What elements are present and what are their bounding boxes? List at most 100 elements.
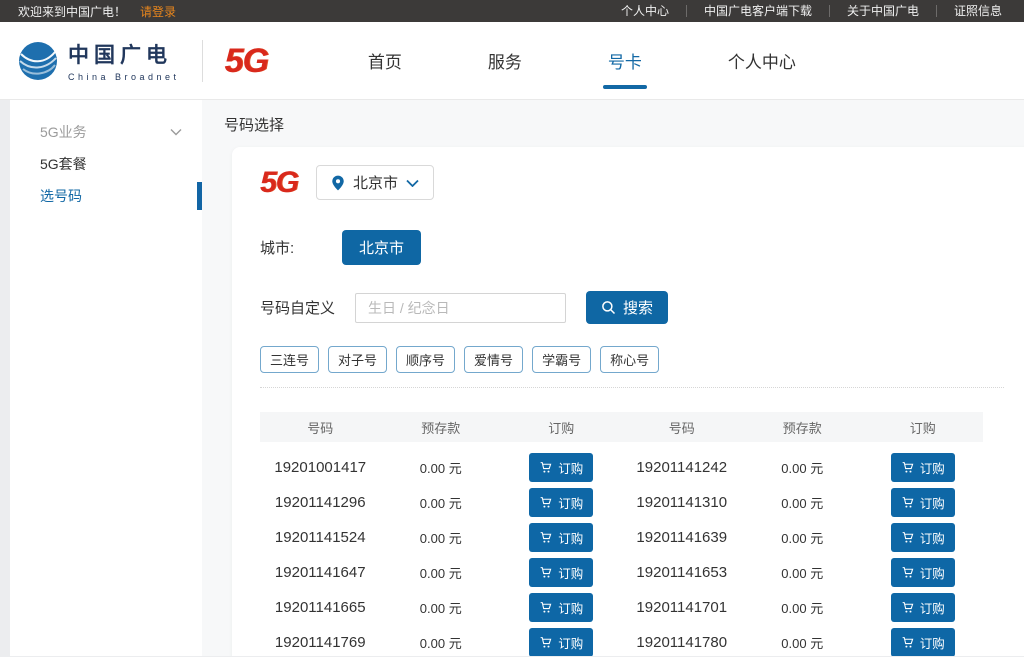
deposit-value: 0.00 元	[742, 563, 863, 582]
tag-satisfying-number[interactable]: 称心号	[600, 346, 659, 373]
phone-number: 19201141769	[260, 634, 381, 651]
tag-triple-number[interactable]: 三连号	[260, 346, 319, 373]
phone-number: 19201141665	[260, 599, 381, 616]
deposit-value: 0.00 元	[742, 528, 863, 547]
tag-filter-row: 三连号 对子号 顺序号 爱情号 学霸号 称心号	[260, 346, 1004, 373]
nav-services[interactable]: 服务	[486, 38, 524, 83]
sidebar-item-5g-plans[interactable]: 5G套餐	[10, 148, 202, 180]
tag-scholar-number[interactable]: 学霸号	[532, 346, 591, 373]
cart-icon	[539, 636, 552, 649]
number-selection-card: 5G 北京市 城市: 北京市 号码自定义	[232, 147, 1024, 656]
location-pin-icon	[331, 175, 345, 191]
col-header-order: 订购	[501, 418, 622, 437]
topbar-link-license-info[interactable]: 证照信息	[936, 5, 1006, 17]
order-button-label: 订购	[920, 563, 945, 582]
table-row: 19201001417 0.00 元 订购 19201141242 0.00 元…	[260, 450, 983, 485]
nav-number-card[interactable]: 号卡	[606, 38, 644, 83]
nav-personal-center[interactable]: 个人中心	[726, 38, 798, 83]
cart-icon	[901, 496, 914, 509]
header: 中国广电 China Broadnet 5G 首页 服务 号卡 个人中心	[0, 22, 1024, 100]
order-button-label: 订购	[920, 458, 945, 477]
tag-love-number[interactable]: 爱情号	[464, 346, 523, 373]
broadnet-globe-icon	[18, 41, 58, 81]
order-button[interactable]: 订购	[891, 558, 955, 587]
brand-subtitle: China Broadnet	[68, 72, 180, 82]
deposit-value: 0.00 元	[742, 458, 863, 477]
sidebar-item-5g-business[interactable]: 5G业务	[10, 116, 202, 148]
page-body: 5G业务 5G套餐 选号码 号码选择 5G 北京市	[0, 100, 1024, 656]
table-row: 19201141524 0.00 元 订购 19201141639 0.00 元…	[260, 520, 983, 555]
cart-icon	[539, 601, 552, 614]
order-button-label: 订购	[558, 458, 583, 477]
order-button[interactable]: 订购	[529, 558, 593, 587]
city-label: 城市:	[260, 237, 318, 258]
table-row: 19201141665 0.00 元 订购 19201141701 0.00 元…	[260, 590, 983, 625]
login-link[interactable]: 请登录	[140, 3, 176, 20]
phone-number: 19201141639	[622, 529, 743, 546]
order-button-label: 订购	[558, 528, 583, 547]
nav-home[interactable]: 首页	[366, 38, 404, 83]
order-button[interactable]: 订购	[891, 628, 955, 656]
order-button-label: 订购	[920, 633, 945, 652]
phone-number: 19201141310	[622, 494, 743, 511]
phone-number: 19201141296	[260, 494, 381, 511]
order-button[interactable]: 订购	[891, 593, 955, 622]
search-button[interactable]: 搜索	[586, 291, 668, 324]
brand-divider	[202, 40, 203, 82]
search-button-label: 搜索	[623, 297, 653, 318]
tag-sequence-number[interactable]: 顺序号	[396, 346, 455, 373]
table-row: 19201141769 0.00 元 订购 19201141780 0.00 元…	[260, 625, 983, 656]
order-button-label: 订购	[558, 563, 583, 582]
cart-icon	[539, 461, 552, 474]
tag-pair-number[interactable]: 对子号	[328, 346, 387, 373]
deposit-value: 0.00 元	[381, 458, 502, 477]
custom-number-input[interactable]	[355, 293, 566, 323]
custom-number-label: 号码自定义	[260, 297, 335, 318]
order-button[interactable]: 订购	[529, 628, 593, 656]
card-header-row: 5G 北京市	[260, 165, 1004, 200]
brand-text: 中国广电 China Broadnet	[68, 39, 180, 82]
order-button-label: 订购	[558, 633, 583, 652]
cart-icon	[901, 461, 914, 474]
chevron-down-icon	[170, 128, 182, 136]
deposit-value: 0.00 元	[381, 598, 502, 617]
chevron-down-icon	[406, 179, 419, 187]
deposit-value: 0.00 元	[381, 528, 502, 547]
cart-icon	[539, 496, 552, 509]
city-row: 城市: 北京市	[260, 230, 1004, 265]
cart-icon	[901, 566, 914, 579]
order-button[interactable]: 订购	[529, 523, 593, 552]
order-button[interactable]: 订购	[529, 488, 593, 517]
custom-number-row: 号码自定义 搜索	[260, 291, 1004, 324]
city-selector[interactable]: 北京市	[316, 165, 434, 200]
brand-name: 中国广电	[68, 39, 180, 69]
topbar-link-personal-center[interactable]: 个人中心	[604, 5, 686, 17]
order-button-label: 订购	[920, 598, 945, 617]
5g-logo: 5G	[260, 168, 298, 198]
order-button[interactable]: 订购	[529, 593, 593, 622]
cart-icon	[539, 531, 552, 544]
dotted-divider	[260, 387, 1004, 388]
welcome-text: 欢迎来到中国广电！	[18, 3, 126, 20]
phone-number: 19201001417	[260, 459, 381, 476]
phone-number: 19201141647	[260, 564, 381, 581]
sidebar-item-label: 5G业务	[40, 122, 87, 142]
order-button[interactable]: 订购	[891, 488, 955, 517]
deposit-value: 0.00 元	[742, 633, 863, 652]
topbar-links: 个人中心 中国广电客户端下载 关于中国广电 证照信息	[604, 5, 1006, 17]
order-button[interactable]: 订购	[891, 523, 955, 552]
table-row: 19201141296 0.00 元 订购 19201141310 0.00 元…	[260, 485, 983, 520]
city-beijing-button[interactable]: 北京市	[342, 230, 421, 265]
cart-icon	[539, 566, 552, 579]
topbar-link-about[interactable]: 关于中国广电	[829, 5, 936, 17]
sidebar-item-choose-number[interactable]: 选号码	[10, 180, 202, 212]
order-button[interactable]: 订购	[529, 453, 593, 482]
deposit-value: 0.00 元	[742, 598, 863, 617]
phone-number: 19201141653	[622, 564, 743, 581]
order-button[interactable]: 订购	[891, 453, 955, 482]
topbar: 欢迎来到中国广电！ 请登录 个人中心 中国广电客户端下载 关于中国广电 证照信息	[0, 0, 1024, 22]
order-button-label: 订购	[558, 493, 583, 512]
topbar-link-app-download[interactable]: 中国广电客户端下载	[686, 5, 829, 17]
sidebar-item-label: 选号码	[40, 186, 82, 206]
col-header-deposit: 预存款	[742, 418, 863, 437]
